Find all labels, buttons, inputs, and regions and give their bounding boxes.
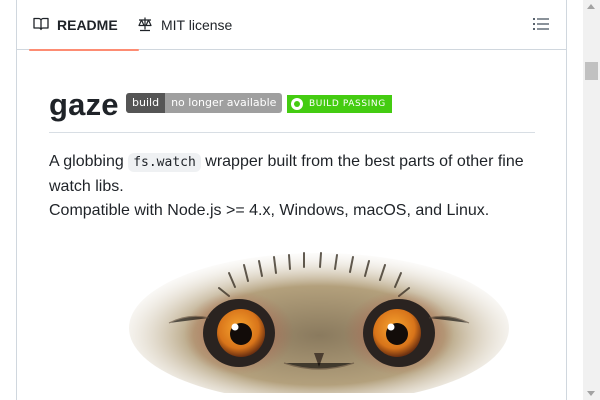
page-title: gaze bbox=[49, 87, 119, 122]
tab-license[interactable]: MIT license bbox=[137, 0, 232, 50]
readme-description: A globbing fs.watch wrapper built from t… bbox=[49, 150, 539, 223]
list-icon bbox=[532, 18, 550, 37]
tab-license-label: MIT license bbox=[161, 17, 233, 33]
active-tab-indicator bbox=[29, 49, 139, 51]
readme-title-row: gaze build no longer available BUILD PAS… bbox=[49, 88, 535, 133]
readme-tabbar: README MIT license bbox=[17, 0, 566, 51]
tab-readme-label: README bbox=[57, 17, 118, 33]
scroll-down-arrow-icon[interactable] bbox=[587, 391, 595, 396]
scale-icon bbox=[137, 16, 161, 35]
readme-panel: README MIT license gaze build no longer … bbox=[16, 0, 567, 400]
scroll-up-arrow-icon[interactable] bbox=[587, 4, 595, 9]
build-status-badge[interactable]: build no longer available bbox=[126, 93, 283, 113]
vertical-scrollbar[interactable] bbox=[583, 0, 600, 400]
owl-eyes-illustration bbox=[109, 243, 529, 400]
book-icon bbox=[33, 16, 57, 35]
badge-build-value: no longer available bbox=[165, 93, 283, 113]
tab-readme[interactable]: README bbox=[29, 0, 139, 51]
ci-logo-icon bbox=[291, 98, 303, 110]
badge-build-label: build bbox=[126, 93, 166, 113]
compatibility-text: Compatible with Node.js >= 4.x, Windows,… bbox=[49, 202, 490, 219]
badge-passing-label: BUILD PASSING bbox=[309, 99, 386, 109]
inline-code: fs.watch bbox=[128, 153, 201, 172]
description-text-start: A globbing bbox=[49, 153, 129, 170]
build-passing-badge[interactable]: BUILD PASSING bbox=[287, 95, 392, 113]
scrollbar-thumb[interactable] bbox=[585, 62, 598, 80]
outline-button[interactable] bbox=[532, 15, 552, 35]
